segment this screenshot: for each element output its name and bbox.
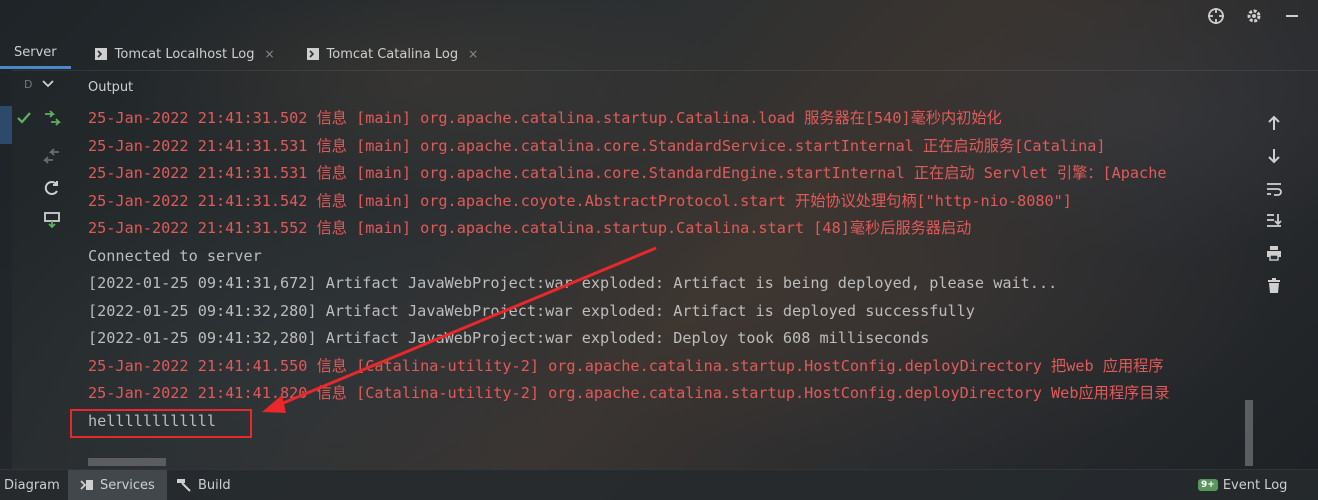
console-line: 25-Jan-2022 21:41:31.531 信息 [main] org.a…: [88, 137, 1106, 155]
console-line: 25-Jan-2022 21:41:41.820 信息 [Catalina-ut…: [88, 384, 1170, 402]
status-bar: Diagram Services Build 9+ Event Log: [0, 469, 1318, 500]
arrow-up-icon[interactable]: [1262, 112, 1286, 134]
services-label: Services: [100, 477, 155, 493]
arrow-down-icon[interactable]: [1262, 145, 1286, 167]
tab-server[interactable]: Server: [0, 39, 71, 69]
console-line: Connected to server: [88, 247, 262, 265]
scroll-to-end-icon[interactable]: [1262, 209, 1286, 231]
console-output[interactable]: 25-Jan-2022 21:41:31.502 信息 [main] org.a…: [88, 104, 1256, 464]
print-icon[interactable]: [1262, 242, 1286, 264]
event-count-badge: 9+: [1198, 479, 1218, 491]
dropdown[interactable]: D: [24, 78, 55, 91]
chevron-down-icon: [42, 78, 55, 91]
console-line: [2022-01-25 09:41:31,672] Artifact JavaW…: [88, 274, 1058, 292]
dropdown-label: D: [24, 78, 33, 91]
close-icon[interactable]: ×: [468, 47, 478, 61]
tab-label: Tomcat Localhost Log: [114, 46, 255, 62]
undeploy-icon[interactable]: [42, 146, 62, 166]
check-icon: [14, 108, 34, 128]
console-tab-icon: [94, 48, 107, 60]
horizontal-scrollbar[interactable]: [88, 458, 166, 466]
console-line: 25-Jan-2022 21:41:31.531 信息 [main] org.a…: [88, 164, 1167, 182]
event-log-label: Event Log: [1222, 477, 1288, 493]
redeploy-icon[interactable]: [42, 210, 62, 230]
window-toolbar: [1206, 6, 1302, 26]
refresh-icon[interactable]: [42, 178, 62, 198]
build-tab[interactable]: Build: [176, 470, 231, 500]
console-line: [2022-01-25 09:41:32,280] Artifact JavaW…: [88, 329, 930, 347]
tab-tomcat-localhost-log[interactable]: Tomcat Localhost Log ×: [83, 39, 287, 69]
vertical-scrollbar[interactable]: [1245, 400, 1253, 466]
deploy-icon[interactable]: [42, 108, 62, 128]
services-icon: [80, 478, 94, 492]
crosshair-icon[interactable]: [1206, 6, 1226, 26]
event-log-tab[interactable]: 9+ Event Log: [1198, 470, 1287, 500]
hammer-icon: [176, 478, 192, 492]
tab-tomcat-catalina-log[interactable]: Tomcat Catalina Log ×: [295, 39, 491, 69]
console-line: 25-Jan-2022 21:41:31.552 信息 [main] org.a…: [88, 219, 972, 237]
console-tab-icon: [306, 48, 319, 60]
minimize-icon[interactable]: [1282, 6, 1302, 26]
output-label: Output: [88, 80, 134, 95]
annotation-highlight-box: [70, 409, 252, 438]
tab-label: Tomcat Catalina Log: [326, 46, 459, 62]
build-label: Build: [198, 477, 231, 493]
gear-icon[interactable]: [1244, 6, 1264, 26]
close-icon[interactable]: ×: [264, 47, 274, 61]
diagram-tab[interactable]: Diagram: [4, 470, 60, 500]
diagram-label: Diagram: [4, 477, 60, 493]
left-strip-selection: [0, 106, 12, 144]
services-tab[interactable]: Services: [68, 470, 167, 500]
tab-label: Server: [14, 45, 57, 60]
trash-icon[interactable]: [1262, 275, 1286, 297]
console-line: 25-Jan-2022 21:41:41.550 信息 [Catalina-ut…: [88, 357, 1164, 375]
console-line: 25-Jan-2022 21:41:31.502 信息 [main] org.a…: [88, 109, 1002, 127]
tab-divider: [12, 70, 1318, 71]
console-line: 25-Jan-2022 21:41:31.542 信息 [main] org.a…: [88, 192, 1072, 210]
tab-bar: Server Tomcat Localhost Log × Tomcat Cat…: [0, 38, 1318, 70]
console-line: [2022-01-25 09:41:32,280] Artifact JavaW…: [88, 302, 975, 320]
soft-wrap-icon[interactable]: [1262, 178, 1286, 200]
